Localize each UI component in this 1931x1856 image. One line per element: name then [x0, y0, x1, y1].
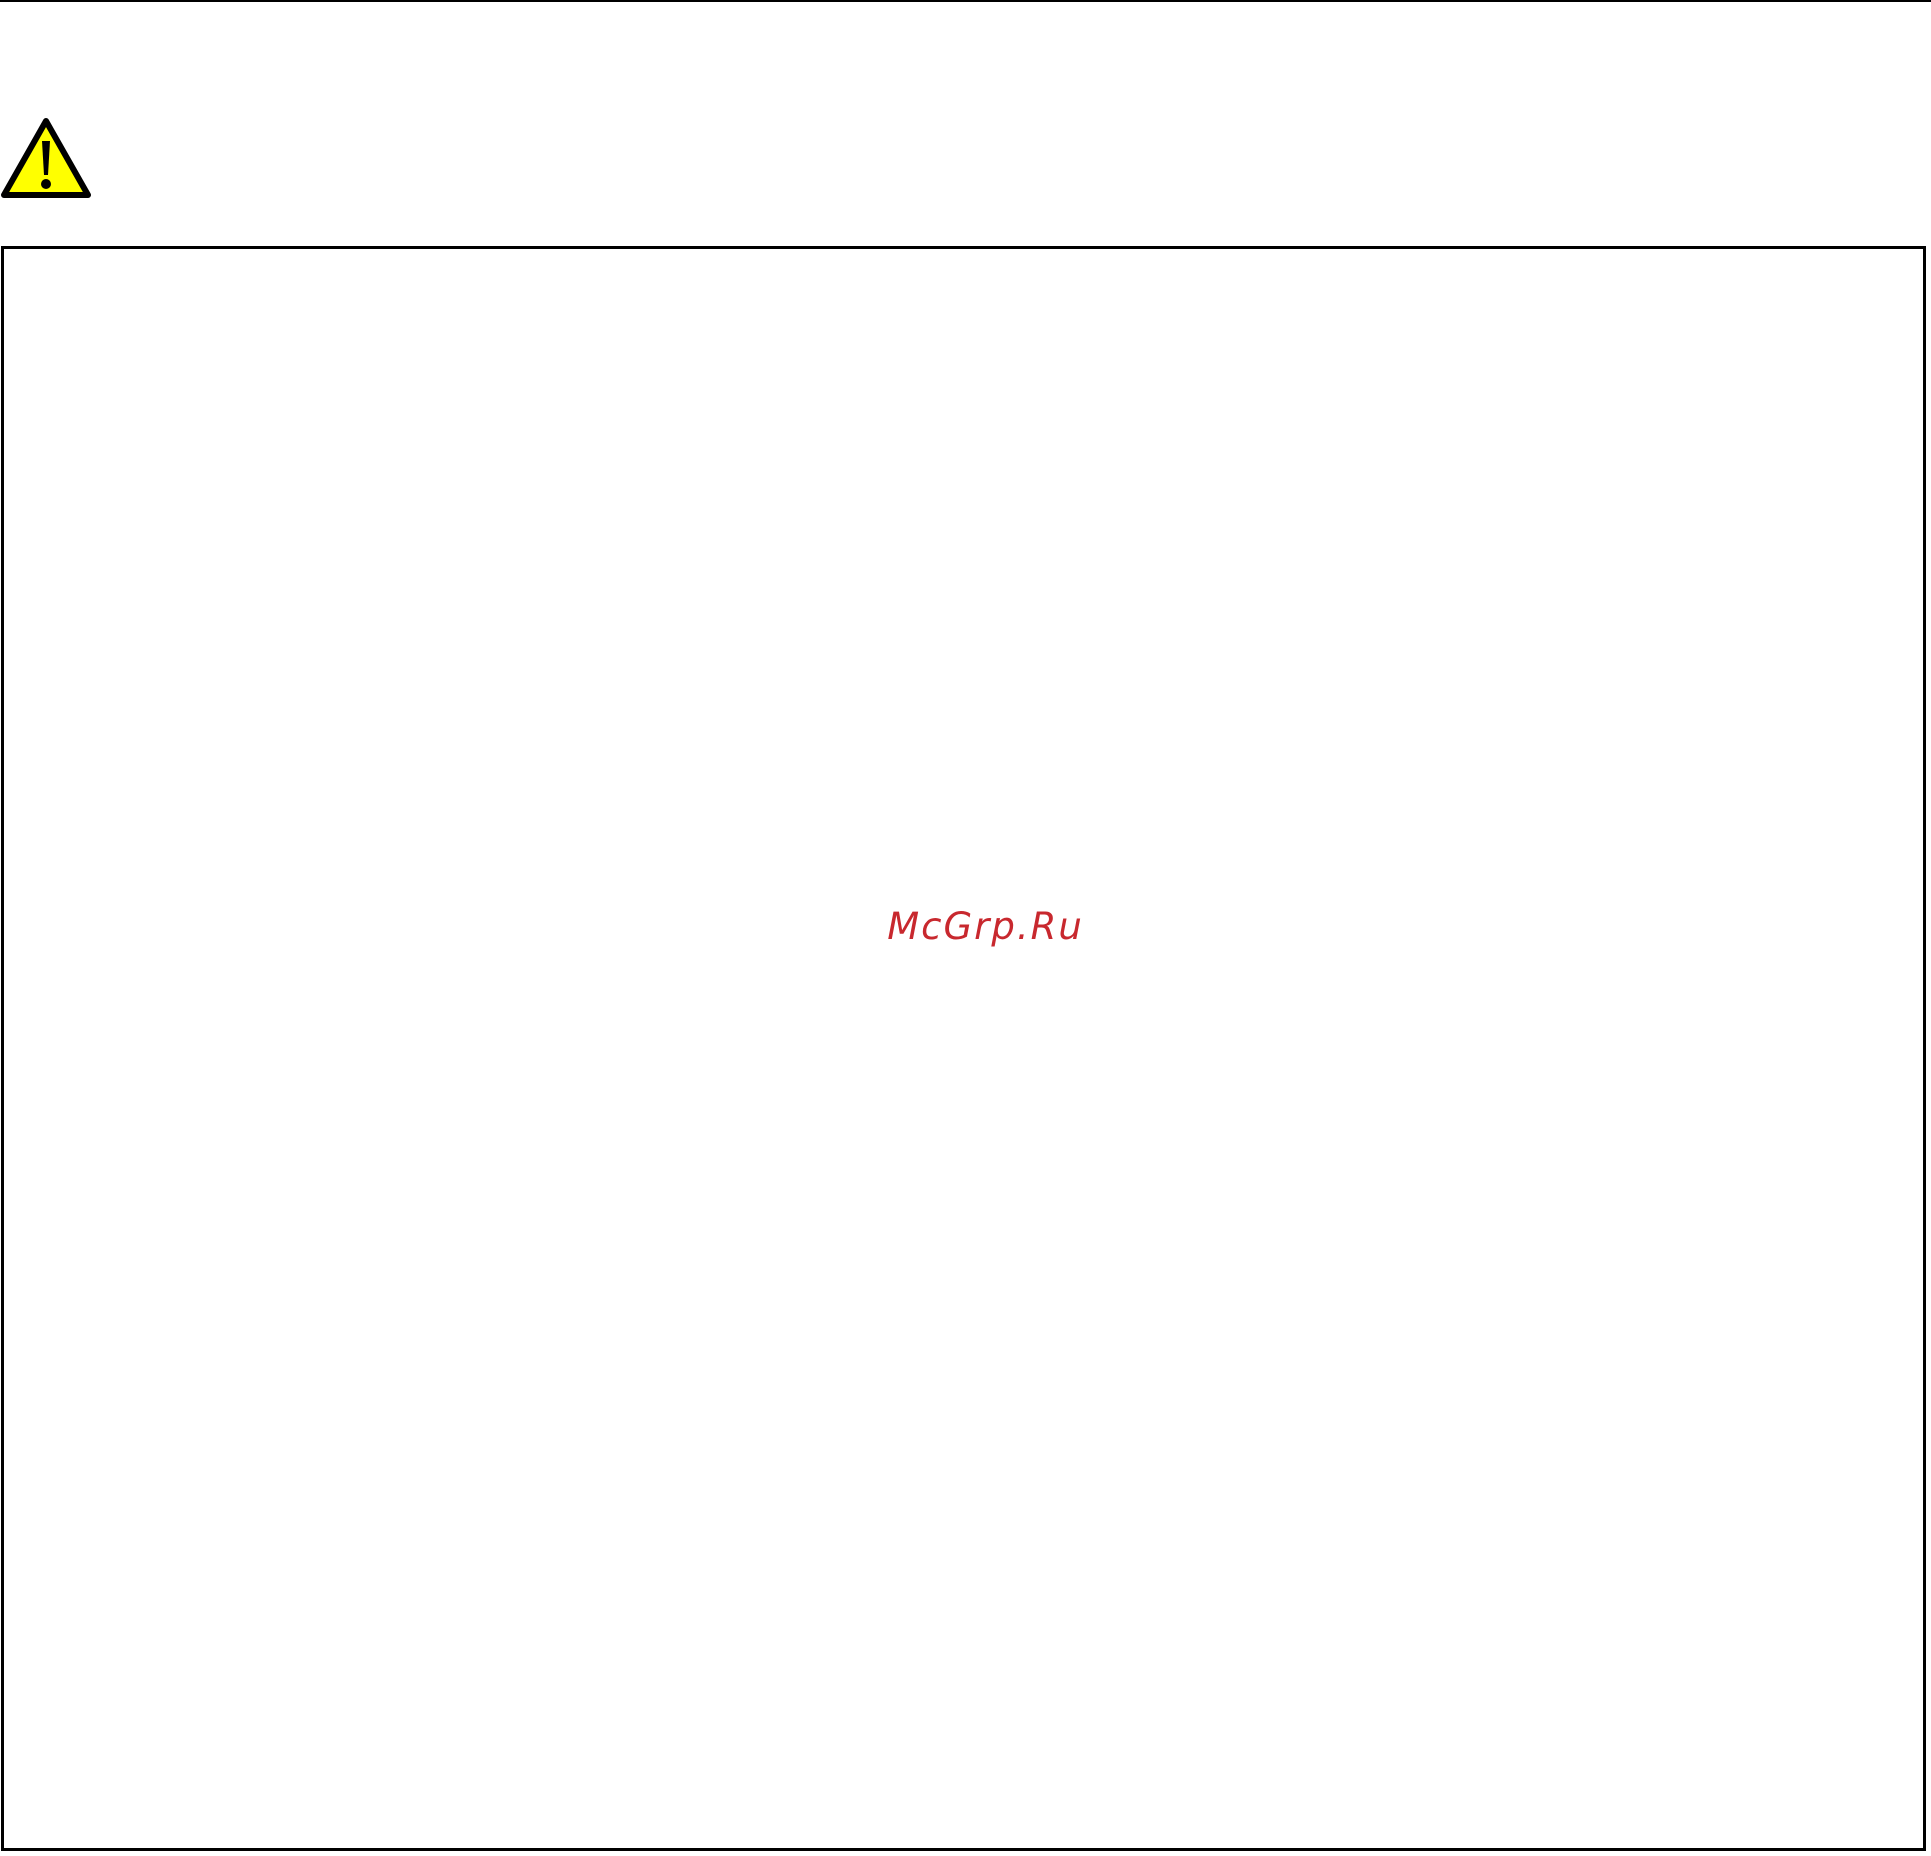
content-frame — [1, 246, 1926, 1851]
warning-triangle-icon — [1, 118, 91, 198]
top-rule — [0, 0, 1931, 2]
watermark-text: McGrp.Ru — [887, 905, 1084, 948]
